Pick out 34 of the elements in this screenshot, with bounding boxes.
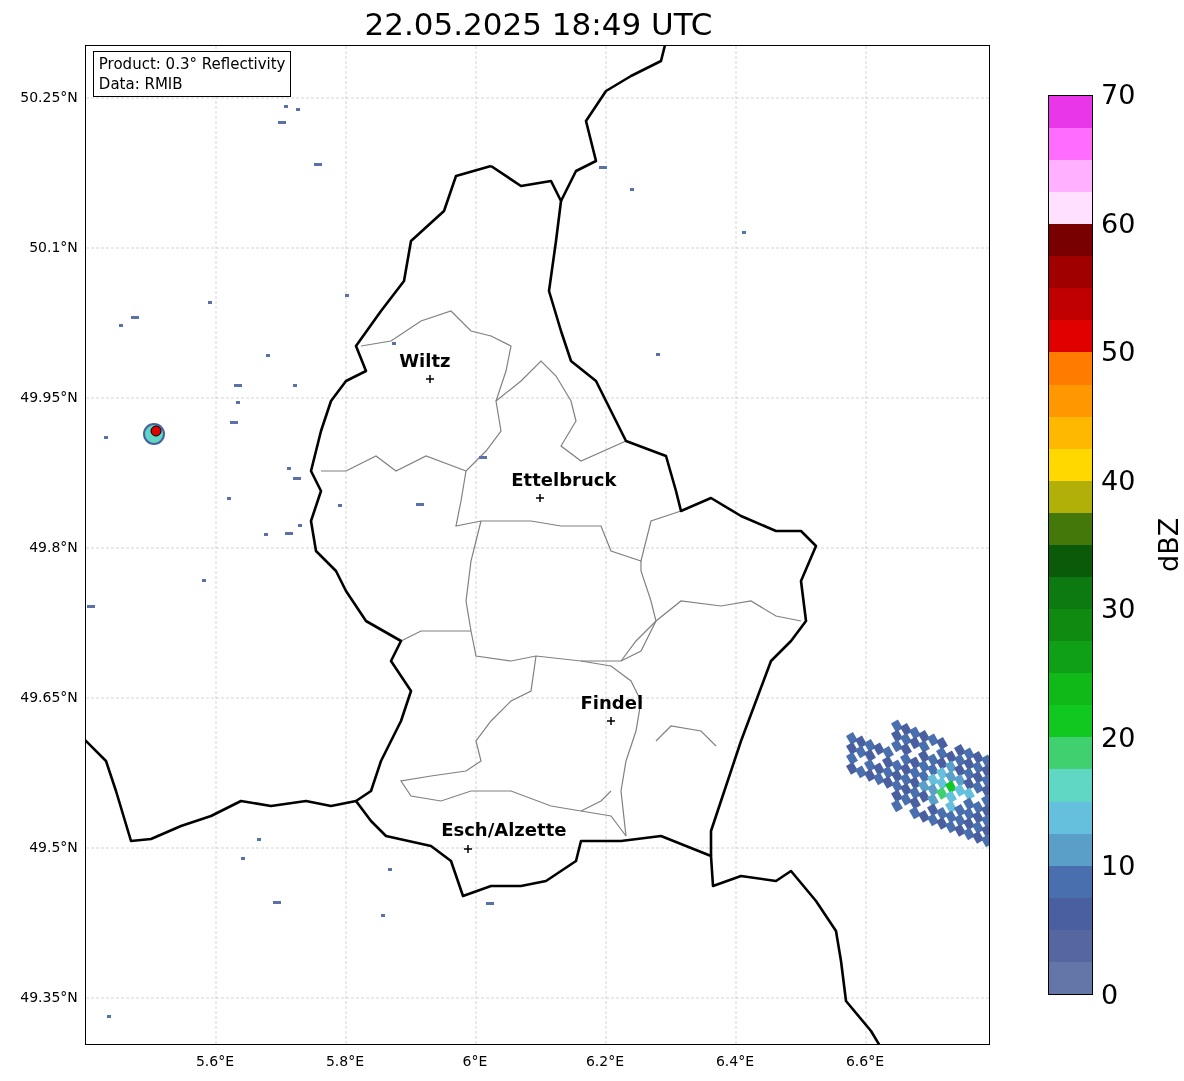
info-text: Product: 0.3° Reflectivity [98, 54, 286, 74]
longitude-label: 5.8°E [325, 1053, 365, 1069]
colorbar-tick-label: 30 [1101, 595, 1136, 624]
colorbar-tick-label: 70 [1101, 81, 1136, 109]
city-marker-icon [535, 493, 545, 503]
latitude-label: 49.95°N [20, 389, 78, 405]
latitude-label: 49.35°N [20, 989, 78, 1005]
chart-title: 22.05.2025 18:49 UTC [364, 5, 713, 44]
colorbar-tick-label: 60 [1101, 209, 1136, 238]
radar-site-icon [142, 423, 165, 445]
colorbar-tick-label: 50 [1101, 338, 1136, 367]
city-label: Esch/Alzette [441, 819, 567, 840]
latitude-label: 49.8°N [29, 539, 78, 555]
longitude-label: 6°E [462, 1053, 488, 1069]
city-marker-icon [606, 716, 616, 726]
colorbar-label: dBZ [1153, 516, 1184, 575]
colorbar-tick-label: 20 [1101, 723, 1136, 752]
city-label: Wiltz [399, 350, 451, 371]
longitude-label: 6.2°E [585, 1053, 625, 1069]
latitude-label: 49.5°N [29, 839, 78, 855]
longitude-label: 6.6°E [845, 1053, 885, 1069]
info-text: Data: RMIB [98, 74, 184, 94]
colorbar-tick-label: 0 [1101, 981, 1119, 1009]
city-marker-icon [463, 844, 473, 854]
longitude-label: 6.4°E [715, 1053, 755, 1069]
city-label: Ettelbruck [511, 469, 617, 490]
colorbar-tick-label: 10 [1101, 852, 1136, 881]
city-marker-icon [425, 374, 435, 384]
longitude-label: 5.6°E [195, 1053, 235, 1069]
latitude-label: 49.65°N [20, 689, 78, 705]
colorbar-tick-label: 40 [1101, 466, 1136, 495]
latitude-label: 50.1°N [29, 239, 78, 255]
city-label: Findel [580, 692, 644, 713]
latitude-label: 50.25°N [20, 89, 78, 105]
